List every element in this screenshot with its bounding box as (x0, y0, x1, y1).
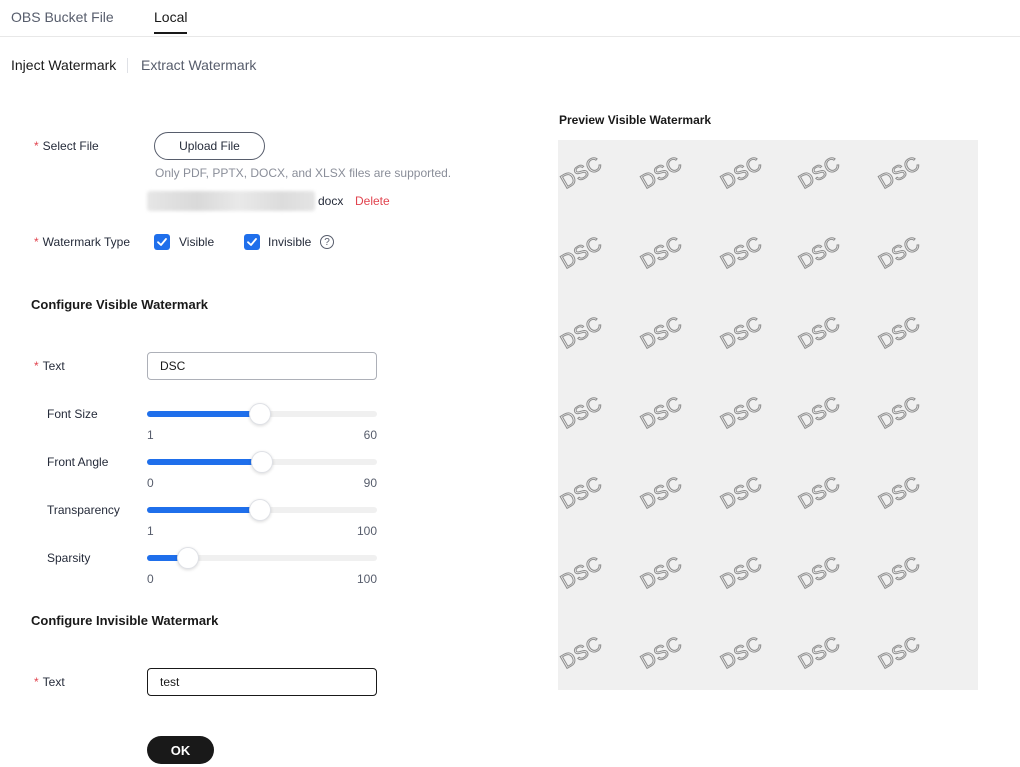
front-angle-max: 90 (363, 476, 377, 490)
watermark-text: DSC (717, 392, 767, 434)
help-icon[interactable]: ? (320, 235, 334, 249)
watermark-text: DSC (795, 552, 845, 594)
front-angle-min: 0 (147, 476, 154, 490)
sub-tab-divider (127, 58, 128, 73)
watermark-text: DSC (637, 472, 687, 514)
required-mark: * (34, 359, 39, 373)
select-file-label: * Select File (34, 139, 99, 153)
upload-hint: Only PDF, PPTX, DOCX, and XLSX files are… (155, 166, 452, 180)
delete-file-link[interactable]: Delete (355, 194, 390, 208)
tab-inject-watermark[interactable]: Inject Watermark (11, 57, 116, 73)
slider-thumb[interactable] (248, 403, 271, 425)
transparency-label: Transparency (47, 503, 120, 517)
watermark-type-label: * Watermark Type (34, 235, 130, 249)
watermark-text: DSC (795, 392, 845, 434)
watermark-text: DSC (558, 312, 607, 354)
required-mark: * (34, 235, 39, 249)
slider-fill (147, 507, 260, 513)
sparsity-min: 0 (147, 572, 154, 586)
invisible-checkbox[interactable] (244, 234, 260, 250)
active-tab-indicator (154, 32, 187, 34)
required-mark: * (34, 139, 39, 153)
watermark-text: DSC (717, 472, 767, 514)
sparsity-slider[interactable] (147, 547, 377, 569)
check-icon (157, 238, 167, 246)
watermark-text: DSC (717, 152, 767, 194)
check-icon (247, 238, 257, 246)
font-size-min: 1 (147, 428, 154, 442)
watermark-text: DSC (875, 312, 925, 354)
watermark-text: DSC (558, 152, 607, 194)
watermark-text: DSC (875, 552, 925, 594)
font-size-label: Font Size (47, 407, 98, 421)
watermark-text: DSC (637, 152, 687, 194)
slider-fill (147, 411, 260, 417)
visible-option-label[interactable]: Visible (179, 235, 214, 249)
font-size-slider[interactable] (147, 403, 377, 425)
visible-text-label-text: Text (42, 359, 65, 373)
tab-local[interactable]: Local (154, 9, 187, 25)
sparsity-max: 100 (356, 572, 377, 586)
sparsity-label: Sparsity (47, 551, 91, 565)
watermark-text: DSC (875, 632, 925, 674)
invisible-text-input[interactable] (147, 668, 377, 696)
slider-thumb[interactable] (248, 499, 271, 521)
visible-checkbox[interactable] (154, 234, 170, 250)
invisible-option-label[interactable]: Invisible (268, 235, 311, 249)
watermark-text: DSC (637, 232, 687, 274)
watermark-text: DSC (637, 392, 687, 434)
slider-thumb[interactable] (177, 547, 200, 569)
front-angle-slider[interactable] (147, 451, 377, 473)
preview-title: Preview Visible Watermark (559, 113, 712, 127)
watermark-text: DSC (717, 232, 767, 274)
ok-button[interactable]: OK (147, 736, 214, 764)
visible-text-label: * Text (34, 359, 65, 373)
transparency-slider[interactable] (147, 499, 377, 521)
watermark-text: DSC (795, 232, 845, 274)
visible-text-input[interactable] (147, 352, 377, 380)
top-tab-bar: OBS Bucket File Local (0, 0, 1020, 37)
watermark-preview: DSC DSC DSC DSC DSC DSC DSC DSC DSC DSC DSC DSC DSC D… (558, 140, 978, 690)
watermark-text: DSC (637, 632, 687, 674)
select-file-label-text: Select File (42, 139, 99, 153)
watermark-text: DSC (558, 552, 607, 594)
upload-file-button[interactable]: Upload File (154, 132, 265, 160)
front-angle-label: Front Angle (47, 455, 109, 469)
watermark-text: DSC (795, 152, 845, 194)
watermark-text: DSC (637, 552, 687, 594)
watermark-text: DSC (717, 312, 767, 354)
watermark-text: DSC (558, 632, 607, 674)
watermark-text: DSC (795, 312, 845, 354)
watermark-text: DSC (795, 632, 845, 674)
watermark-text: DSC (875, 392, 925, 434)
uploaded-file-extension: docx (318, 194, 344, 208)
watermark-text: DSC (875, 472, 925, 514)
tab-extract-watermark[interactable]: Extract Watermark (141, 57, 256, 73)
transparency-min: 1 (147, 524, 154, 538)
transparency-max: 100 (356, 524, 377, 538)
watermark-text: DSC (558, 472, 607, 514)
watermark-text: DSC (717, 552, 767, 594)
watermark-text: DSC (875, 232, 925, 274)
watermark-type-label-text: Watermark Type (42, 235, 131, 249)
watermark-text: DSC (717, 632, 767, 674)
invisible-text-label: * Text (34, 675, 65, 689)
font-size-max: 60 (363, 428, 377, 442)
invisible-section-title: Configure Invisible Watermark (31, 613, 219, 628)
required-mark: * (34, 675, 39, 689)
uploaded-file-name (147, 191, 315, 211)
slider-fill (147, 459, 262, 465)
watermark-text: DSC (795, 472, 845, 514)
visible-section-title: Configure Visible Watermark (31, 297, 208, 312)
watermark-text: DSC (558, 232, 607, 274)
watermark-text: DSC (558, 392, 607, 434)
invisible-text-label-text: Text (42, 675, 65, 689)
watermark-text: DSC (637, 312, 687, 354)
slider-thumb[interactable] (251, 451, 273, 473)
watermark-text: DSC (875, 152, 925, 194)
tab-obs-bucket-file[interactable]: OBS Bucket File (11, 9, 114, 25)
